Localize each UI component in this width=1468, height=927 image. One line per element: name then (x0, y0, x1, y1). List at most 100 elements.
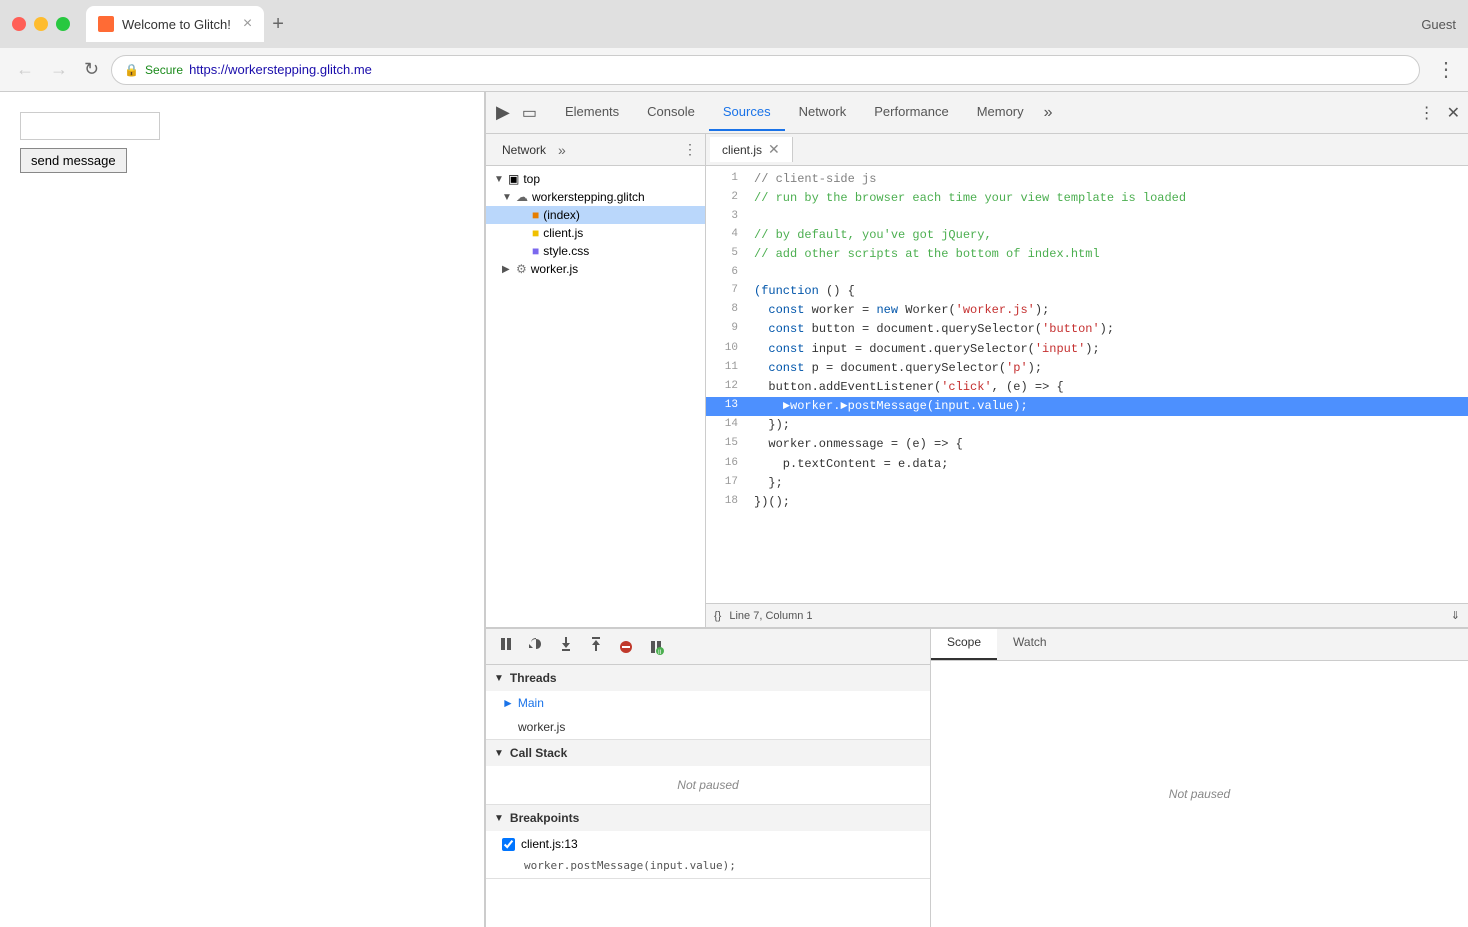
maximize-window-button[interactable] (56, 17, 70, 31)
step-over-button[interactable] (524, 634, 548, 659)
bottom-panel: II ▼ Threads ► Main (486, 627, 1468, 927)
tab-sources[interactable]: Sources (709, 94, 785, 131)
scope-tab[interactable]: Scope (931, 629, 997, 660)
tree-item-clientjs[interactable]: ■ client.js (486, 224, 705, 242)
code-line-7: 7 (function () { (706, 282, 1468, 301)
forward-button[interactable]: → (46, 57, 72, 82)
debug-right-panel: Scope Watch Not paused (931, 629, 1468, 927)
sources-left-panel: Network » ⋮ ▼ ▣ top ▼ ☁ workerstepp (486, 134, 706, 627)
editor-tab-name: client.js (722, 143, 762, 157)
devtools-settings-button[interactable]: ⋮ (1415, 99, 1439, 127)
sources-menu-button[interactable]: ⋮ (683, 141, 697, 158)
step-into-button[interactable] (554, 634, 578, 659)
devtools-actions: ⋮ ✕ (1415, 99, 1464, 127)
tree-arrow-origin: ▼ (502, 192, 514, 203)
reload-button[interactable]: ↻ (80, 57, 103, 82)
sources-network-tab[interactable]: Network (494, 139, 554, 161)
async-pause-button[interactable]: II (644, 637, 668, 657)
code-line-4: 4 // by default, you've got jQuery, (706, 226, 1468, 245)
new-tab-button[interactable]: + (272, 13, 284, 36)
thread-main-arrow: ► (502, 696, 514, 710)
tree-item-index[interactable]: ■ (index) (486, 206, 705, 224)
breakpoints-header[interactable]: ▼ Breakpoints (486, 805, 930, 831)
tab-network[interactable]: Network (785, 94, 861, 131)
tree-item-workerjs[interactable]: ▶ ⚙ worker.js (486, 260, 705, 278)
thread-workerjs-label: worker.js (518, 720, 565, 734)
code-line-18: 18 })(); (706, 493, 1468, 512)
svg-text:II: II (658, 650, 662, 655)
webpage-area: send message (0, 92, 485, 927)
traffic-lights (12, 17, 70, 31)
debug-toolbar: II (486, 629, 930, 665)
breakpoint-file-1: client.js:13 (521, 837, 578, 851)
breakpoints-label: Breakpoints (510, 811, 579, 825)
pause-button[interactable] (494, 634, 518, 659)
thread-workerjs[interactable]: worker.js (486, 715, 930, 739)
watch-tab[interactable]: Watch (997, 629, 1063, 660)
editor-status-bar: {} Line 7, Column 1 ⇓ (706, 603, 1468, 627)
devtools-close-button[interactable]: ✕ (1443, 99, 1464, 127)
code-line-10: 10 const input = document.querySelector(… (706, 340, 1468, 359)
devtools-more-tabs[interactable]: » (1038, 104, 1059, 122)
message-input[interactable] (20, 112, 160, 140)
deactivate-breakpoints-button[interactable] (614, 637, 638, 657)
devtools-inspect-icon[interactable]: ▶ (490, 102, 516, 123)
editor-tabs: client.js ✕ (706, 134, 1468, 166)
debug-right-content: Not paused (931, 661, 1468, 927)
code-line-3: 3 (706, 208, 1468, 226)
call-stack-arrow: ▼ (494, 748, 504, 759)
tree-label-origin: workerstepping.glitch (532, 190, 645, 204)
tab-performance[interactable]: Performance (860, 94, 962, 131)
tab-bar: Welcome to Glitch! × + (86, 6, 1421, 42)
tree-label-clientjs: client.js (543, 226, 583, 240)
css-file-icon: ■ (532, 244, 539, 258)
guest-label: Guest (1421, 17, 1456, 32)
tree-label-workerjs: worker.js (531, 262, 578, 276)
tab-console[interactable]: Console (633, 94, 709, 131)
url-display: https://workerstepping.glitch.me (189, 62, 372, 77)
browser-more-button[interactable]: ⋮ (1436, 57, 1456, 82)
call-stack-header[interactable]: ▼ Call Stack (486, 740, 930, 766)
code-line-6: 6 (706, 264, 1468, 282)
close-window-button[interactable] (12, 17, 26, 31)
thread-main-label: Main (518, 696, 544, 710)
tab-title: Welcome to Glitch! (122, 17, 231, 32)
breakpoints-arrow: ▼ (494, 813, 504, 824)
tree-item-top[interactable]: ▼ ▣ top (486, 170, 705, 188)
tab-elements[interactable]: Elements (551, 94, 633, 131)
sources-more-button[interactable]: » (558, 142, 566, 158)
call-stack-section: ▼ Call Stack Not paused (486, 740, 930, 805)
editor-tab-clientjs[interactable]: client.js ✕ (710, 137, 793, 162)
status-bar-expand-button[interactable]: ⇓ (1451, 609, 1460, 622)
tree-item-stylecss[interactable]: ■ style.css (486, 242, 705, 260)
title-bar: Welcome to Glitch! × + Guest (0, 0, 1468, 48)
sources-top-bar: Network » ⋮ (486, 134, 705, 166)
code-line-5: 5 // add other scripts at the bottom of … (706, 245, 1468, 264)
tab-close-button[interactable]: × (243, 15, 252, 33)
devtools-tabs: ▶ ▭ Elements Console Sources Network Per… (486, 92, 1468, 134)
thread-main[interactable]: ► Main (486, 691, 930, 715)
page-icon: ▣ (508, 172, 519, 186)
browser-tab[interactable]: Welcome to Glitch! × (86, 6, 264, 42)
js-file-icon: ■ (532, 226, 539, 240)
tree-label-top: top (523, 172, 540, 186)
tab-memory[interactable]: Memory (963, 94, 1038, 131)
lock-icon: 🔒 (124, 63, 139, 77)
back-button[interactable]: ← (12, 57, 38, 82)
minimize-window-button[interactable] (34, 17, 48, 31)
editor-tab-close-button[interactable]: ✕ (768, 141, 780, 158)
code-content[interactable]: 1 // client-side js 2 // run by the brow… (706, 166, 1468, 603)
step-out-button[interactable] (584, 634, 608, 659)
address-bar[interactable]: 🔒 Secure https://workerstepping.glitch.m… (111, 55, 1420, 85)
secure-label: Secure (145, 63, 183, 77)
tree-item-origin[interactable]: ▼ ☁ workerstepping.glitch (486, 188, 705, 206)
browser-chrome: Welcome to Glitch! × + Guest ← → ↻ 🔒 Sec… (0, 0, 1468, 92)
breakpoint-checkbox-1[interactable] (502, 838, 515, 851)
status-bar-position: Line 7, Column 1 (729, 610, 812, 622)
breakpoint-code-1: worker.postMessage(input.value); (486, 857, 930, 878)
tree-label-stylecss: style.css (543, 244, 589, 258)
threads-header[interactable]: ▼ Threads (486, 665, 930, 691)
threads-label: Threads (510, 671, 557, 685)
devtools-responsive-icon[interactable]: ▭ (516, 103, 543, 123)
send-message-button[interactable]: send message (20, 148, 127, 173)
